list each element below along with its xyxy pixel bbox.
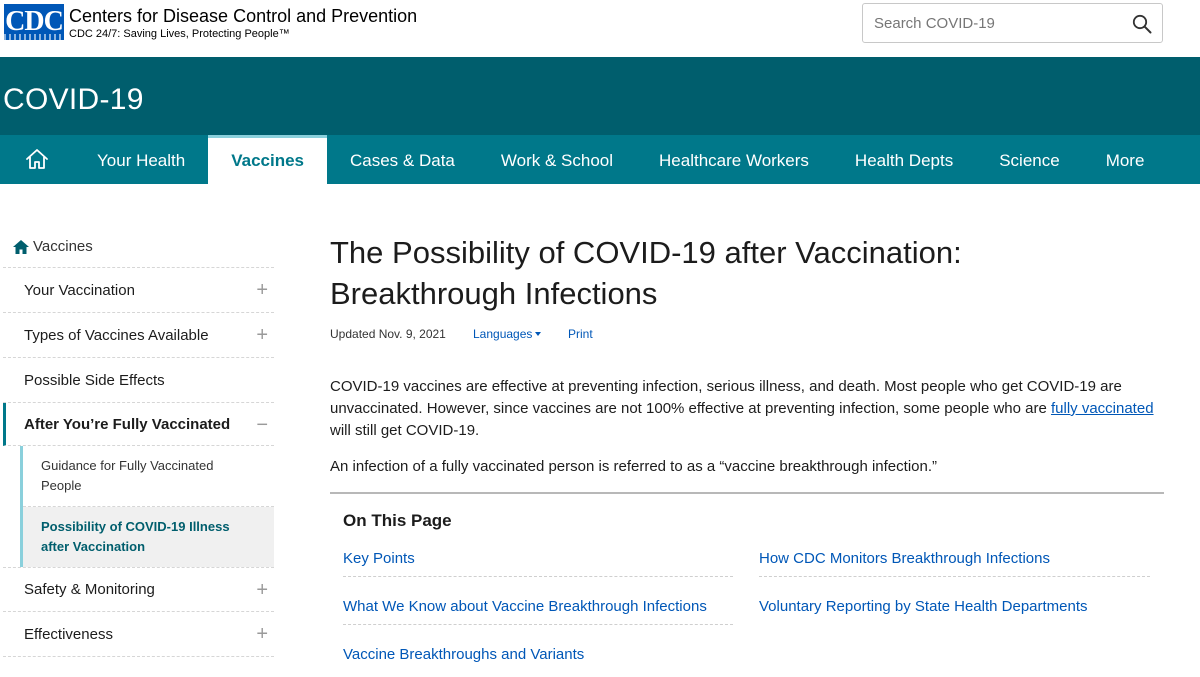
collapse-icon[interactable]: − (256, 414, 268, 437)
nav-item-health-depts[interactable]: Health Depts (832, 135, 976, 184)
intro-paragraph: COVID-19 vaccines are effective at preve… (330, 376, 1164, 442)
fully-vaccinated-link[interactable]: fully vaccinated (1051, 400, 1154, 417)
org-tagline: CDC 24/7: Saving Lives, Protecting Peopl… (69, 28, 290, 40)
sidebar-home-label: Vaccines (33, 238, 93, 255)
on-this-page-title: On This Page (343, 511, 452, 530)
intro-text-after: will still get COVID-19. (330, 422, 480, 439)
expand-icon[interactable]: + (256, 623, 268, 646)
home-icon (26, 149, 48, 169)
sidebar-item-your-vaccination[interactable]: Your Vaccination + (3, 268, 274, 313)
sidebar-item-label: Types of Vaccines Available (24, 326, 209, 344)
sidebar-item-label: Your Vaccination (24, 281, 135, 299)
caret-down-icon (535, 332, 542, 336)
sidebar-subitem-guidance[interactable]: Guidance for Fully Vaccinated People (23, 446, 274, 507)
search-input[interactable] (863, 4, 1123, 42)
sidebar-item-label: Effectiveness (24, 625, 113, 643)
divider (759, 576, 1150, 577)
sidebar-home-link[interactable]: Vaccines (3, 226, 274, 268)
sidebar-item-effectiveness[interactable]: Effectiveness + (3, 612, 274, 657)
sidebar-submenu: Guidance for Fully Vaccinated People Pos… (20, 446, 274, 567)
nav-item-cases-data[interactable]: Cases & Data (327, 135, 478, 184)
print-link[interactable]: Print (568, 327, 593, 341)
sidebar-item-label: Possible Side Effects (24, 371, 165, 389)
on-this-page-box: On This Page Key Points How CDC Monitors… (330, 492, 1164, 677)
page-title-line1: The Possibility of COVID-19 after Vaccin… (330, 235, 962, 270)
divider (343, 576, 733, 577)
updated-date: Updated Nov. 9, 2021 (330, 327, 446, 341)
definition-paragraph: An infection of a fully vaccinated perso… (330, 458, 937, 475)
otp-link-what-we-know[interactable]: What We Know about Vaccine Breakthrough … (343, 598, 707, 615)
expand-icon[interactable]: + (256, 279, 268, 302)
nav-item-healthcare-workers[interactable]: Healthcare Workers (636, 135, 832, 184)
intro-text-before: COVID-19 vaccines are effective at preve… (330, 378, 1122, 417)
sidebar-item-label: After You’re Fully Vaccinated (24, 415, 231, 433)
nav-item-science[interactable]: Science (976, 135, 1082, 184)
otp-link-voluntary-reporting[interactable]: Voluntary Reporting by State Health Depa… (759, 598, 1088, 615)
languages-label: Languages (473, 327, 533, 341)
site-title[interactable]: COVID-19 (3, 83, 144, 117)
otp-link-variants[interactable]: Vaccine Breakthroughs and Variants (343, 646, 584, 663)
logo-waves (4, 34, 64, 40)
nav-home-button[interactable] (0, 135, 74, 184)
page-title: The Possibility of COVID-19 after Vaccin… (330, 232, 1164, 314)
page-title-line2: Breakthrough Infections (330, 276, 658, 311)
main-nav: Your Health Vaccines Cases & Data Work &… (0, 135, 1200, 184)
page-meta: Updated Nov. 9, 2021 Languages Print (330, 327, 1164, 347)
nav-item-more[interactable]: More (1083, 135, 1168, 184)
cdc-logo[interactable]: CDC (4, 4, 64, 40)
sidebar-subitem-current-page[interactable]: Possibility of COVID-19 Illness after Va… (23, 507, 274, 567)
sidebar-item-safety-monitoring[interactable]: Safety & Monitoring + (3, 567, 274, 612)
site-title-band: COVID-19 (0, 57, 1200, 135)
sidebar-item-types-of-vaccines[interactable]: Types of Vaccines Available + (3, 313, 274, 358)
expand-icon[interactable]: + (256, 324, 268, 347)
org-name[interactable]: Centers for Disease Control and Preventi… (69, 6, 417, 27)
sidebar-item-possible-side-effects[interactable]: Possible Side Effects (3, 358, 274, 403)
search-icon[interactable] (1132, 14, 1152, 34)
home-icon (13, 239, 29, 254)
sidebar-item-after-fully-vaccinated[interactable]: After You’re Fully Vaccinated − (3, 403, 274, 446)
sidebar-item-label: Safety & Monitoring (24, 581, 155, 598)
logo-text: CDC (5, 6, 64, 37)
otp-link-key-points[interactable]: Key Points (343, 550, 415, 567)
nav-item-work-school[interactable]: Work & School (478, 135, 636, 184)
search-box (862, 3, 1163, 43)
nav-item-vaccines[interactable]: Vaccines (208, 135, 327, 184)
main-content: The Possibility of COVID-19 after Vaccin… (330, 232, 1164, 677)
expand-icon[interactable]: + (256, 579, 268, 602)
nav-item-your-health[interactable]: Your Health (74, 135, 208, 184)
masthead: CDC Centers for Disease Control and Prev… (0, 0, 1200, 57)
languages-dropdown[interactable]: Languages (473, 327, 542, 341)
divider (343, 624, 733, 625)
otp-link-cdc-monitors[interactable]: How CDC Monitors Breakthrough Infections (759, 550, 1050, 567)
sidebar-nav: Vaccines Your Vaccination + Types of Vac… (3, 226, 274, 657)
